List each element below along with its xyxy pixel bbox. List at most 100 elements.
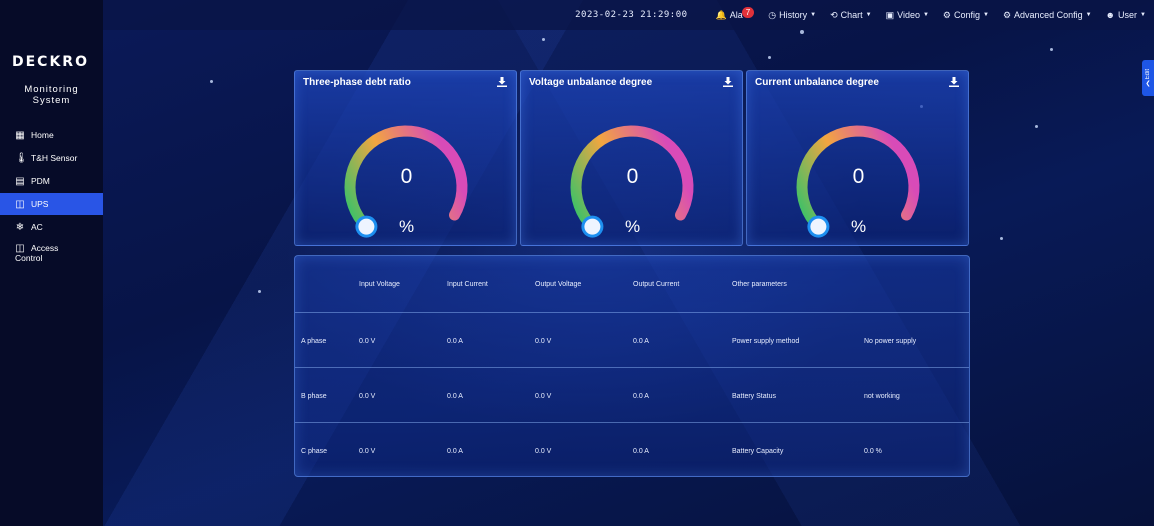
- pdm-icon: ▤: [15, 175, 25, 187]
- param-name-cell: Battery Status: [732, 392, 776, 400]
- gauge-unit: %: [399, 217, 415, 236]
- output-current-cell: 0.0 A: [633, 337, 649, 345]
- ups-icon: ◫: [15, 198, 25, 210]
- sidebar-item-ac[interactable]: ❄ AC: [0, 216, 103, 238]
- gauge-value: 0: [626, 165, 639, 188]
- card-title: Three-phase debt ratio: [303, 77, 411, 88]
- gauge-value: 0: [400, 165, 413, 188]
- input-current-cell: 0.0 A: [447, 447, 463, 455]
- column-header: Input Current: [447, 280, 488, 288]
- sidebar-item-label: Home: [31, 130, 54, 140]
- gauge-card-voltage-unbalance: Voltage unbalance degree 0 %: [520, 70, 743, 246]
- phase-cell: A phase: [301, 337, 327, 345]
- grid-icon: ▦: [15, 129, 25, 141]
- gauge-knob: [810, 218, 827, 235]
- input-voltage-cell: 0.0 V: [359, 392, 376, 400]
- config-label: Config: [954, 10, 981, 20]
- alarm-menu[interactable]: 🔔 Ala 7: [715, 6, 755, 21]
- output-voltage-cell: 0.0 V: [535, 392, 552, 400]
- param-name-cell: Power supply method: [732, 337, 800, 345]
- sidebar-item-label-line-2: Control: [15, 253, 43, 263]
- advanced-config-label: Advanced Config: [1014, 10, 1083, 20]
- caret-down-icon: ▼: [1140, 12, 1146, 18]
- video-label: Video: [897, 10, 920, 20]
- column-header: Output Voltage: [535, 280, 582, 288]
- table-header-row: Input Voltage Input Current Output Volta…: [295, 256, 969, 312]
- input-voltage-cell: 0.0 V: [359, 447, 376, 455]
- system-title: Monitoring System: [0, 84, 103, 106]
- edit-tab-label: Edit: [1145, 69, 1151, 80]
- sidebar-item-label: AC: [31, 222, 43, 232]
- phase-cell: B phase: [301, 392, 327, 400]
- config-menu[interactable]: ⚙ Config ▼: [943, 10, 989, 21]
- card-title: Current unbalance degree: [755, 77, 879, 88]
- gauge-unit: %: [851, 217, 867, 236]
- sidebar-item-pdm[interactable]: ▤ PDM: [0, 170, 103, 192]
- user-label: User: [1118, 10, 1138, 20]
- gauge-value: 0: [852, 165, 865, 188]
- output-current-cell: 0.0 A: [633, 392, 649, 400]
- alarm-count-badge: 7: [741, 6, 755, 18]
- input-voltage-cell: 0.0 V: [359, 337, 376, 345]
- param-value-cell: not working: [864, 392, 900, 400]
- param-value-cell: 0.0 %: [864, 447, 882, 455]
- gear-icon: ⚙: [942, 9, 951, 20]
- chart-menu[interactable]: ⟲ Chart ▼: [830, 10, 872, 21]
- caret-down-icon: ▼: [983, 12, 989, 18]
- sidebar-nav: ▦ Home 🌡 T&H Sensor ▤ PDM ◫ UPS ❄ AC ◫ A…: [0, 124, 103, 270]
- sidebar: DECKRO Monitoring System ▦ Home 🌡 T&H Se…: [0, 0, 103, 526]
- input-current-cell: 0.0 A: [447, 337, 463, 345]
- param-value-cell: No power supply: [864, 337, 917, 345]
- table-row: B phase 0.0 V 0.0 A 0.0 V 0.0 A Battery …: [295, 367, 969, 423]
- chart-label: Chart: [840, 10, 863, 20]
- video-menu[interactable]: ▣ Video ▼: [886, 10, 929, 21]
- bell-icon: 🔔: [715, 9, 727, 20]
- sidebar-item-ups[interactable]: ◫ UPS: [0, 193, 103, 215]
- edit-side-tab[interactable]: Edit ❮: [1142, 60, 1154, 96]
- download-icon[interactable]: [948, 76, 960, 88]
- history-label: History: [779, 10, 808, 20]
- table-row: C phase 0.0 V 0.0 A 0.0 V 0.0 A Battery …: [295, 422, 969, 476]
- user-icon: ☻: [1105, 10, 1116, 20]
- output-voltage-cell: 0.0 V: [535, 337, 552, 345]
- sidebar-item-label: T&H Sensor: [31, 153, 78, 163]
- output-current-cell: 0.0 A: [633, 447, 649, 455]
- sidebar-item-access-control[interactable]: ◫ Access Control: [0, 239, 103, 269]
- sidebar-item-label: Access: [31, 243, 59, 253]
- sidebar-item-home[interactable]: ▦ Home: [0, 124, 103, 146]
- download-icon[interactable]: [496, 76, 508, 88]
- history-menu[interactable]: ◷ History ▼: [768, 10, 816, 21]
- sidebar-item-label: PDM: [31, 176, 50, 186]
- chart-icon: ⟲: [830, 9, 838, 20]
- alarm-label: Ala: [729, 10, 743, 20]
- advanced-config-menu[interactable]: ⚙ Advanced Config ▼: [1003, 10, 1092, 21]
- column-header: Output Current: [633, 280, 680, 288]
- snowflake-icon: ❄: [15, 221, 25, 233]
- chevron-left-icon: ❮: [1145, 80, 1151, 87]
- caret-down-icon: ▼: [865, 12, 872, 18]
- gears-icon: ⚙: [1002, 9, 1012, 20]
- column-header: Other parameters: [732, 280, 787, 288]
- thermometer-icon: 🌡: [15, 152, 28, 164]
- caret-down-icon: ▼: [810, 12, 817, 18]
- datetime: 2023-02-23 21:29:00: [575, 10, 688, 20]
- table-row: A phase 0.0 V 0.0 A 0.0 V 0.0 A Power su…: [295, 312, 969, 368]
- param-name-cell: Battery Capacity: [732, 447, 784, 455]
- caret-down-icon: ▼: [1085, 12, 1092, 18]
- caret-down-icon: ▼: [922, 12, 929, 18]
- gauge-knob: [584, 218, 601, 235]
- gauge-card-three-phase: Three-phase debt ratio 0 %: [294, 70, 517, 246]
- sidebar-item-label: UPS: [31, 199, 49, 209]
- card-title: Voltage unbalance degree: [529, 77, 653, 88]
- system-title-line-2: System: [32, 95, 71, 106]
- input-current-cell: 0.0 A: [447, 392, 463, 400]
- sidebar-item-th-sensor[interactable]: 🌡 T&H Sensor: [0, 147, 103, 169]
- system-title-line-1: Monitoring: [24, 84, 79, 95]
- column-header: Input Voltage: [359, 280, 400, 288]
- user-menu[interactable]: ☻ User ▼: [1106, 10, 1146, 20]
- logo: DECKRO: [12, 54, 89, 70]
- gauge-knob: [358, 218, 375, 235]
- download-icon[interactable]: [722, 76, 734, 88]
- phase-cell: C phase: [301, 447, 328, 455]
- gauge-card-current-unbalance: Current unbalance degree 0 %: [746, 70, 969, 246]
